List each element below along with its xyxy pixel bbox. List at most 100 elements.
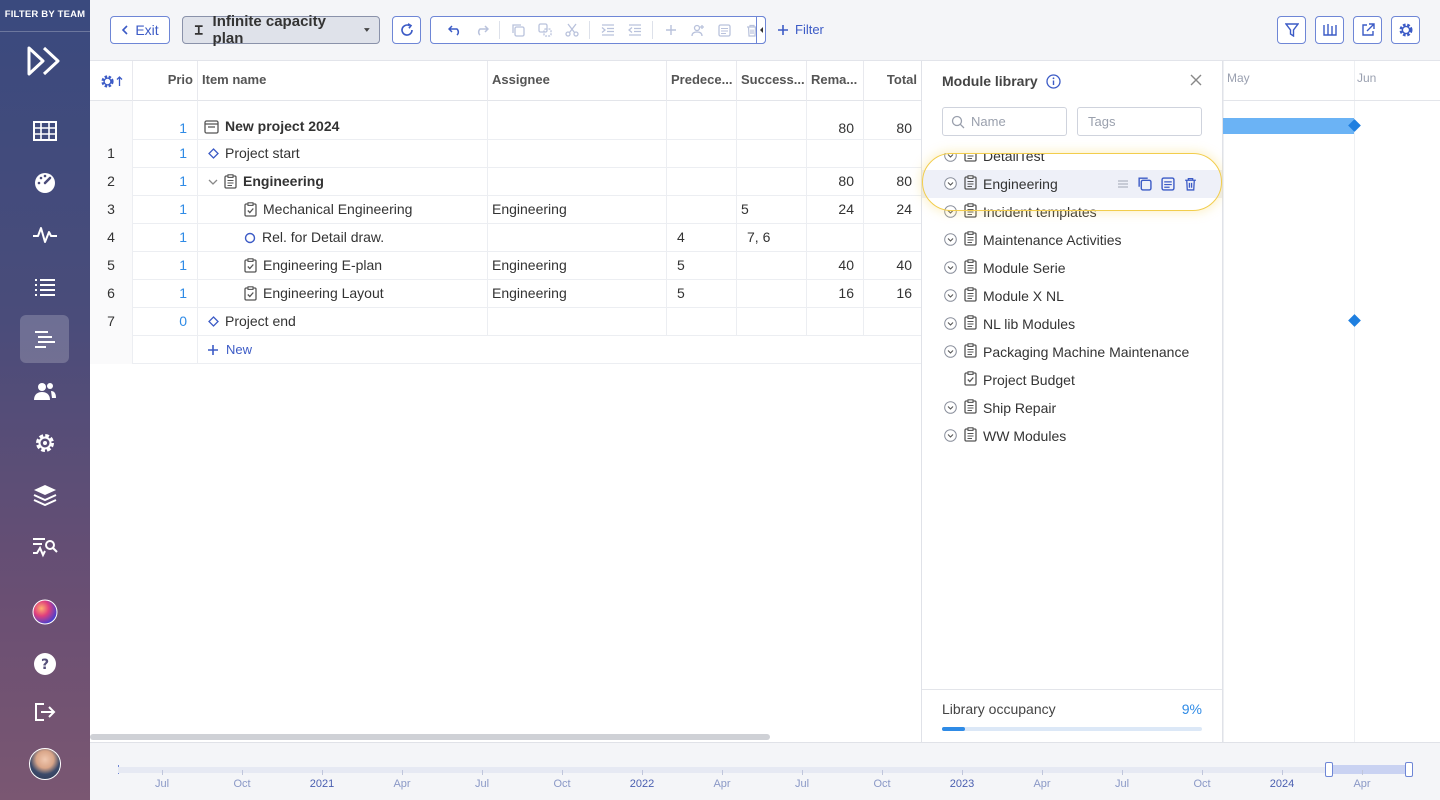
gantt-summary-bar[interactable] (1223, 118, 1354, 134)
horizontal-scrollbar[interactable] (90, 734, 770, 740)
activity-pulse-icon[interactable] (20, 211, 69, 259)
expand-toggle-icon[interactable] (944, 233, 957, 246)
row-assignee[interactable] (488, 140, 667, 168)
row-predecessors[interactable]: 5 (667, 280, 737, 308)
row-name[interactable]: Project end (225, 308, 296, 335)
row-remaining[interactable]: 16 (807, 280, 864, 308)
column-header-total[interactable]: Total (864, 61, 921, 101)
refresh-button[interactable] (392, 16, 421, 44)
column-header-assignee[interactable]: Assignee (488, 61, 667, 101)
row-name[interactable]: Engineering Layout (263, 280, 384, 307)
logout-icon[interactable] (20, 688, 69, 736)
row-name[interactable]: Rel. for Detail draw. (262, 224, 384, 251)
row-assignee[interactable] (488, 101, 667, 140)
library-item[interactable]: NL lib Modules (922, 310, 1222, 338)
row-predecessors[interactable]: 5 (667, 252, 737, 280)
close-icon[interactable] (1190, 74, 1202, 86)
row-total[interactable] (864, 224, 921, 252)
library-item[interactable]: Ship Repair (922, 394, 1222, 422)
row-predecessors[interactable] (667, 196, 737, 224)
table-row[interactable]: 3 1 Mechanical Engineering Engineering 5… (90, 196, 921, 224)
timeline-track[interactable] (118, 767, 1410, 773)
library-item[interactable]: Project Budget (922, 366, 1222, 394)
table-row[interactable]: 5 1 Engineering E-plan Engineering 5 40 … (90, 252, 921, 280)
open-external-button[interactable] (1353, 16, 1382, 44)
row-prio[interactable]: 1 (133, 252, 198, 280)
redo-icon[interactable] (468, 17, 495, 43)
row-remaining[interactable] (807, 140, 864, 168)
row-predecessors[interactable] (667, 168, 737, 196)
row-remaining[interactable] (807, 308, 864, 336)
table-row[interactable]: 1 New project 2024 80 80 (90, 101, 921, 140)
delete-icon[interactable] (1184, 177, 1197, 191)
library-item[interactable]: Module X NL (922, 282, 1222, 310)
copy-icon[interactable] (1137, 176, 1152, 191)
row-predecessors[interactable]: 4 (667, 224, 737, 252)
library-name-search[interactable]: Name (942, 107, 1067, 136)
row-assignee[interactable] (488, 308, 667, 336)
undo-icon[interactable] (441, 17, 468, 43)
row-predecessors[interactable] (667, 140, 737, 168)
add-user-icon[interactable] (684, 17, 711, 43)
library-item[interactable]: Module Serie (922, 254, 1222, 282)
add-icon[interactable] (657, 17, 684, 43)
row-total[interactable]: 24 (864, 196, 921, 224)
gantt-list-icon[interactable] (20, 315, 69, 363)
column-header-successors[interactable]: Success... (737, 61, 807, 101)
cut-icon[interactable] (558, 17, 585, 43)
timeline-start-handle[interactable] (1325, 762, 1333, 777)
expand-toggle-icon[interactable] (944, 149, 957, 162)
outdent-icon[interactable] (621, 17, 648, 43)
row-successors[interactable]: 5 (737, 196, 807, 224)
library-item[interactable]: Maintenance Activities (922, 226, 1222, 254)
filter-button[interactable]: Filter (778, 22, 824, 37)
row-predecessors[interactable] (667, 308, 737, 336)
row-successors[interactable] (737, 101, 807, 140)
gantt-milestone[interactable] (1348, 314, 1361, 327)
expand-toggle-icon[interactable] (944, 177, 957, 190)
row-prio[interactable]: 1 (133, 224, 198, 252)
row-total[interactable]: 80 (864, 168, 921, 196)
avatar[interactable] (29, 748, 61, 780)
row-successors[interactable] (737, 308, 807, 336)
row-total[interactable] (864, 308, 921, 336)
copy-icon[interactable] (504, 17, 531, 43)
analytics-icon[interactable] (20, 523, 69, 571)
info-icon[interactable] (1046, 73, 1061, 89)
app-logo-icon[interactable] (26, 44, 64, 78)
row-prio[interactable]: 1 (133, 140, 198, 168)
help-icon[interactable]: ? (20, 640, 69, 688)
table-row[interactable]: 2 1 Engineering 80 80 (90, 168, 921, 196)
row-total[interactable] (864, 140, 921, 168)
table-row[interactable]: 1 1 Project start (90, 140, 921, 168)
plan-selector[interactable]: Infinite capacity plan (182, 13, 380, 47)
expand-toggle-icon[interactable] (944, 289, 957, 302)
expand-toggle-icon[interactable] (944, 205, 957, 218)
row-assignee[interactable]: Engineering (488, 280, 667, 308)
row-successors[interactable] (737, 140, 807, 168)
columns-button[interactable] (1315, 16, 1344, 44)
gear-icon[interactable] (20, 419, 69, 467)
row-prio[interactable]: 1 (133, 168, 198, 196)
column-settings-button[interactable] (90, 61, 133, 101)
funnel-button[interactable] (1277, 16, 1306, 44)
row-name[interactable]: Engineering (243, 168, 324, 195)
column-header-prio[interactable]: Prio (133, 61, 198, 101)
library-item[interactable]: WW Modules (922, 422, 1222, 450)
table-row[interactable]: 6 1 Engineering Layout Engineering 5 16 … (90, 280, 921, 308)
library-item[interactable]: Incident templates (922, 198, 1222, 226)
settings-button[interactable] (1391, 16, 1420, 44)
row-assignee[interactable]: Engineering (488, 196, 667, 224)
row-name[interactable]: Mechanical Engineering (263, 196, 412, 223)
row-total[interactable]: 80 (864, 101, 921, 140)
column-header-predecessors[interactable]: Predece... (667, 61, 737, 101)
row-assignee[interactable]: Engineering (488, 252, 667, 280)
timeline-selection[interactable] (1330, 765, 1410, 774)
column-header-item-name[interactable]: Item name (198, 61, 488, 101)
row-remaining[interactable]: 40 (807, 252, 864, 280)
details-icon[interactable] (711, 17, 738, 43)
new-item-button[interactable]: New (202, 336, 484, 363)
column-header-remaining[interactable]: Rema... (807, 61, 864, 101)
row-prio[interactable]: 1 (133, 196, 198, 224)
expand-toggle-icon[interactable] (944, 261, 957, 274)
